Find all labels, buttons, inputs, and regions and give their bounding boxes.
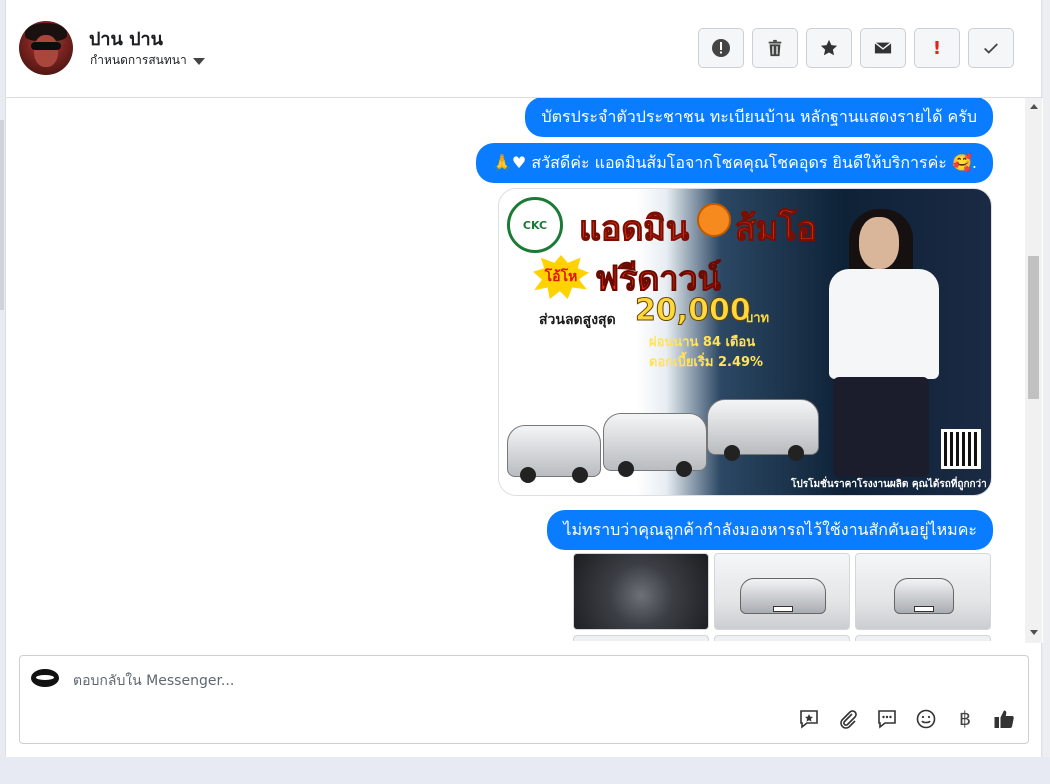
mark-done-button[interactable] — [968, 28, 1014, 68]
promo-headline-name: ส้มโอ — [735, 209, 818, 250]
pickup-image — [603, 413, 707, 477]
promo-interest: ดอกเบี้ยเริ่ม 2.49% — [649, 355, 764, 370]
page-background — [0, 757, 1050, 784]
orange-icon — [697, 203, 731, 237]
photo-thumbnail[interactable] — [573, 635, 709, 641]
promo-image[interactable]: CKC แอดมิน ส้มโอ โอ้โห ฟรีดาวน์ ส่วนลดสู… — [498, 188, 992, 496]
reply-input[interactable] — [73, 670, 773, 692]
inbox-window: ปาน ปาน กำหนดการสนทนา ! บัตรประจำตัวประช… — [5, 0, 1043, 757]
dealer-logo: CKC — [507, 197, 563, 253]
contact-name[interactable]: ปาน ปาน — [89, 24, 163, 53]
check-icon — [984, 43, 998, 54]
model-image — [819, 209, 939, 489]
emoji-icon — [916, 709, 936, 729]
attachment-icon — [840, 710, 857, 729]
action-toolbar: ! — [698, 28, 1014, 68]
photo-thumbnail[interactable] — [855, 635, 991, 641]
conversation-header: ปาน ปาน กำหนดการสนทนา ! — [6, 0, 1043, 98]
scroll-up-icon[interactable] — [1030, 104, 1038, 109]
message-bubble[interactable]: บัตรประจำตัวประชาชน ทะเบียนบ้าน หลักฐานแ… — [525, 98, 993, 137]
panel-edge — [0, 120, 4, 310]
promo-footer: โปรโมชั่นราคาโรงงานผลิต คุณได้รถที่ถูกกว… — [791, 479, 987, 490]
like-button[interactable] — [992, 707, 1016, 731]
mail-icon — [874, 42, 892, 54]
saved-reply-button[interactable] — [797, 707, 821, 731]
composer-tools: ฿ — [797, 707, 1016, 731]
message-bubble[interactable]: ไม่ทราบว่าคุณลูกค้ากำลังมองหารถไว้ใช้งาน… — [547, 510, 993, 550]
message-bubble[interactable]: 🙏♥ สวัสดีค่ะ แอดมินส้มโอจากโชคคุณโชคอุดร… — [475, 143, 993, 183]
attach-button[interactable] — [836, 707, 860, 731]
promo-headline-admin: แอดมิน — [578, 209, 690, 250]
car-image — [507, 425, 601, 483]
star-icon — [820, 39, 838, 56]
assign-conversation-dropdown[interactable]: กำหนดการสนทนา — [90, 51, 205, 70]
report-spam-button[interactable] — [698, 28, 744, 68]
photo-thumbnail[interactable] — [714, 553, 850, 630]
important-icon: ! — [932, 37, 942, 59]
window-edge — [1043, 0, 1050, 757]
scroll-down-icon[interactable] — [1030, 630, 1038, 635]
pickup-cage-image — [707, 399, 819, 461]
promo-installment: ผ่อนนาน 84 เดือน — [649, 335, 756, 350]
qr-code — [941, 429, 981, 469]
promo-price: 20,000 — [635, 293, 752, 329]
photo-thumbnail[interactable] — [855, 553, 991, 630]
mark-unread-button[interactable] — [860, 28, 906, 68]
report-icon — [712, 39, 730, 57]
baht-icon: ฿ — [958, 708, 972, 730]
page-logo — [31, 669, 59, 687]
comment-button[interactable] — [875, 707, 899, 731]
message-list[interactable]: บัตรประจำตัวประชาชน ทะเบียนบ้าน หลักฐานแ… — [6, 98, 1043, 643]
like-icon — [994, 710, 1014, 728]
promo-burst: โอ้โห — [533, 255, 589, 299]
caret-down-icon — [192, 58, 205, 65]
photo-grid — [573, 553, 992, 641]
photo-thumbnail[interactable] — [714, 635, 850, 641]
delete-button[interactable] — [752, 28, 798, 68]
avatar[interactable] — [19, 21, 73, 75]
saved-reply-icon — [800, 710, 818, 729]
star-button[interactable] — [806, 28, 852, 68]
photo-thumbnail[interactable] — [573, 553, 709, 630]
scrollbar-thumb[interactable] — [1028, 256, 1039, 399]
trash-icon — [768, 39, 782, 57]
comment-icon — [878, 710, 896, 729]
assign-label: กำหนดการสนทนา — [90, 53, 187, 67]
promo-discount-label: ส่วนลดสูงสุด — [539, 312, 616, 328]
emoji-button[interactable] — [914, 707, 938, 731]
payment-button[interactable]: ฿ — [953, 707, 977, 731]
reply-composer: ฿ — [19, 655, 1029, 744]
promo-price-unit: บาท — [745, 311, 770, 326]
important-button[interactable]: ! — [914, 28, 960, 68]
message-scrollbar[interactable] — [1025, 98, 1042, 643]
